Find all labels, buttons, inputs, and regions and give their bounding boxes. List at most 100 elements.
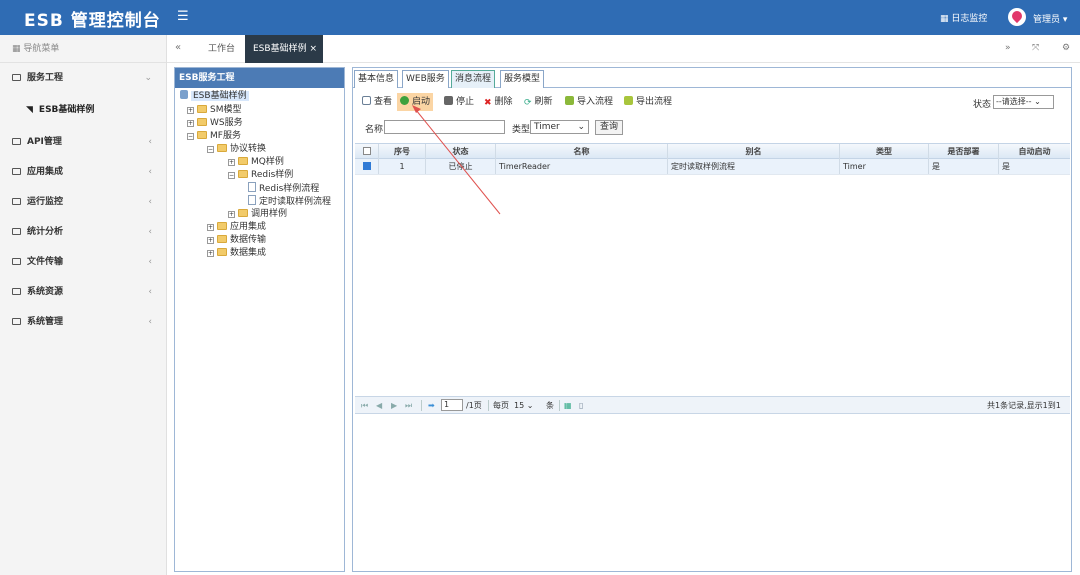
cell-alias: 定时读取样例流程 bbox=[668, 159, 840, 174]
tab-scroll-left-icon[interactable]: « bbox=[175, 42, 181, 53]
collapse-icon[interactable]: − bbox=[228, 172, 235, 179]
expand-icon[interactable]: + bbox=[207, 237, 214, 244]
expand-icon[interactable]: + bbox=[207, 250, 214, 257]
collapse-icon[interactable]: − bbox=[207, 146, 214, 153]
folder-icon bbox=[12, 318, 21, 325]
go-page-icon[interactable]: ➡ bbox=[428, 400, 435, 411]
name-label: 名称 bbox=[365, 125, 384, 135]
query-button[interactable]: 查询 bbox=[595, 120, 624, 135]
tab-esb-samples[interactable]: ESB基础样例 × bbox=[245, 35, 323, 63]
collapse-icon[interactable]: − bbox=[187, 133, 194, 140]
sidebar-item-system-admin[interactable]: 系统管理 ‹ bbox=[0, 307, 166, 337]
fullscreen-icon[interactable]: ⤧ bbox=[1032, 43, 1039, 53]
delete-button[interactable]: ✖ 删除 bbox=[481, 93, 516, 111]
column-header[interactable]: 类型 bbox=[840, 144, 929, 159]
export-excel-icon[interactable]: ▦ bbox=[564, 400, 572, 411]
last-page-icon[interactable]: ⏭ bbox=[405, 400, 412, 411]
status-label: 状态 bbox=[973, 100, 992, 110]
start-button[interactable]: 启动 bbox=[397, 93, 434, 111]
tab-web-service[interactable]: WEB服务 bbox=[402, 70, 449, 88]
select-all-checkbox[interactable] bbox=[355, 144, 379, 159]
sidebar-item-api[interactable]: API管理 ‹ bbox=[0, 127, 166, 157]
expand-icon[interactable]: + bbox=[228, 159, 235, 166]
close-tab-icon[interactable]: × bbox=[309, 44, 317, 54]
per-page-select[interactable]: 15 ⌄ bbox=[514, 400, 544, 411]
filter-bar: 名称 类型 Timer ⌄ 查询 bbox=[353, 118, 1071, 138]
column-header[interactable]: 别名 bbox=[668, 144, 840, 159]
sidebar: ▦ 导航菜单 服务工程 ⌄ ◥ ESB基础样例 API管理 ‹ 应用集成 ‹ 运行监控 ‹… bbox=[0, 35, 167, 575]
log-monitor-link[interactable]: ▦ 日志监控 bbox=[940, 11, 987, 24]
toolbar: 查看 启动 停止 ✖ 删除 ⟳ 刷新 导入流程 导出流程 状态 --请选择-- ⌄ bbox=[353, 91, 1071, 113]
tree-node-redis-flow[interactable]: Redis样例流程 bbox=[248, 182, 319, 195]
user-menu[interactable]: 管理员 ▾ bbox=[1033, 12, 1067, 25]
chevron-left-icon: ‹ bbox=[148, 167, 152, 177]
sidebar-item-statistics[interactable]: 统计分析 ‹ bbox=[0, 217, 166, 247]
avatar[interactable] bbox=[1008, 8, 1026, 26]
table-header: 序号 状态 名称 别名 类型 是否部署 自动启动 bbox=[355, 143, 1070, 159]
tab-basic-info[interactable]: 基本信息 bbox=[354, 70, 399, 88]
sidebar-subitem-esb-samples[interactable]: ◥ ESB基础样例 bbox=[0, 93, 166, 127]
tab-service-model[interactable]: 服务模型 bbox=[500, 70, 545, 88]
export-flow-button[interactable]: 导出流程 bbox=[621, 93, 675, 111]
tab-message-flow[interactable]: 消息流程 bbox=[451, 70, 496, 88]
folder-icon bbox=[197, 118, 207, 126]
checkbox-icon bbox=[362, 147, 371, 155]
sidebar-item-system-resources[interactable]: 系统资源 ‹ bbox=[0, 277, 166, 307]
tab-workbench[interactable]: 工作台 bbox=[200, 35, 243, 63]
column-header[interactable]: 是否部署 bbox=[929, 144, 999, 159]
sidebar-item-service-project[interactable]: 服务工程 ⌄ bbox=[0, 63, 166, 93]
tree-node-data-integration[interactable]: + 数据集成 bbox=[207, 247, 266, 260]
tree-node-mq[interactable]: + MQ样例 bbox=[228, 156, 284, 169]
tree-node-app-integration[interactable]: + 应用集成 bbox=[207, 221, 266, 234]
tree-node-protocol[interactable]: − 协议转换 bbox=[207, 143, 266, 156]
sidebar-item-file-transfer[interactable]: 文件传输 ‹ bbox=[0, 247, 166, 277]
gear-icon[interactable]: ⚙ bbox=[1062, 43, 1070, 53]
tree-node-redis[interactable]: − Redis样例 bbox=[228, 169, 293, 182]
tree-node-ws[interactable]: + WS服务 bbox=[187, 117, 243, 130]
sidebar-item-monitoring[interactable]: 运行监控 ‹ bbox=[0, 187, 166, 217]
stop-button[interactable]: 停止 bbox=[441, 93, 477, 111]
delete-icon: ✖ bbox=[484, 98, 492, 108]
tab-scroll-right-icon[interactable]: » bbox=[1005, 43, 1011, 53]
refresh-button[interactable]: ⟳ 刷新 bbox=[521, 93, 556, 111]
column-header[interactable]: 名称 bbox=[496, 144, 668, 159]
view-button[interactable]: 查看 bbox=[359, 93, 395, 111]
tree-node-timer-flow[interactable]: 定时读取样例流程 bbox=[248, 195, 331, 208]
separator bbox=[421, 400, 422, 411]
first-page-icon[interactable]: ⏮ bbox=[361, 400, 368, 411]
tree-node-sm[interactable]: + SM模型 bbox=[187, 104, 241, 117]
import-flow-button[interactable]: 导入流程 bbox=[562, 93, 616, 111]
column-header[interactable]: 状态 bbox=[426, 144, 496, 159]
total-pages: /1页 bbox=[466, 401, 482, 410]
chevron-left-icon: ‹ bbox=[148, 137, 152, 147]
type-select[interactable]: Timer ⌄ bbox=[530, 120, 589, 134]
tree-node-call[interactable]: + 调用样例 bbox=[228, 208, 287, 221]
print-icon[interactable]: ▯ bbox=[579, 400, 583, 411]
cell-autostart: 是 bbox=[1002, 162, 1010, 171]
folder-icon bbox=[217, 144, 227, 152]
expand-icon[interactable]: + bbox=[187, 107, 194, 114]
expand-icon[interactable]: + bbox=[207, 224, 214, 231]
cell-status: 已停止 bbox=[426, 159, 496, 174]
column-header[interactable]: 序号 bbox=[379, 144, 426, 159]
name-input[interactable] bbox=[384, 120, 505, 134]
expand-icon[interactable]: + bbox=[187, 120, 194, 127]
tree-node-root[interactable]: ESB基础样例 bbox=[180, 90, 249, 103]
chevron-down-icon: ⌄ bbox=[1034, 97, 1041, 106]
tree-node-data-transfer[interactable]: + 数据传输 bbox=[207, 234, 266, 247]
separator bbox=[488, 400, 489, 411]
table-row[interactable]: 1 已停止 TimerReader 定时读取样例流程 Timer 是 是 bbox=[355, 159, 1070, 175]
menu-toggle-icon[interactable]: ☰ bbox=[177, 9, 189, 24]
status-select[interactable]: --请选择-- ⌄ bbox=[993, 95, 1054, 109]
column-header[interactable]: 自动启动 bbox=[999, 144, 1070, 159]
panel-title: ESB服务工程 bbox=[175, 68, 344, 88]
page-number-input[interactable]: 1 bbox=[441, 399, 463, 411]
chevron-left-icon: ‹ bbox=[148, 197, 152, 207]
prev-page-icon[interactable]: ◀ bbox=[376, 400, 382, 411]
row-checkbox[interactable] bbox=[355, 159, 379, 174]
next-page-icon[interactable]: ▶ bbox=[391, 400, 397, 411]
tree-node-mf[interactable]: − MF服务 bbox=[187, 130, 241, 143]
expand-icon[interactable]: + bbox=[228, 211, 235, 218]
project-tree-panel: ESB服务工程 ESB基础样例 + SM模型 + WS服务 − MF服务 − 协议转换 … bbox=[174, 67, 345, 572]
sidebar-item-app-integration[interactable]: 应用集成 ‹ bbox=[0, 157, 166, 187]
